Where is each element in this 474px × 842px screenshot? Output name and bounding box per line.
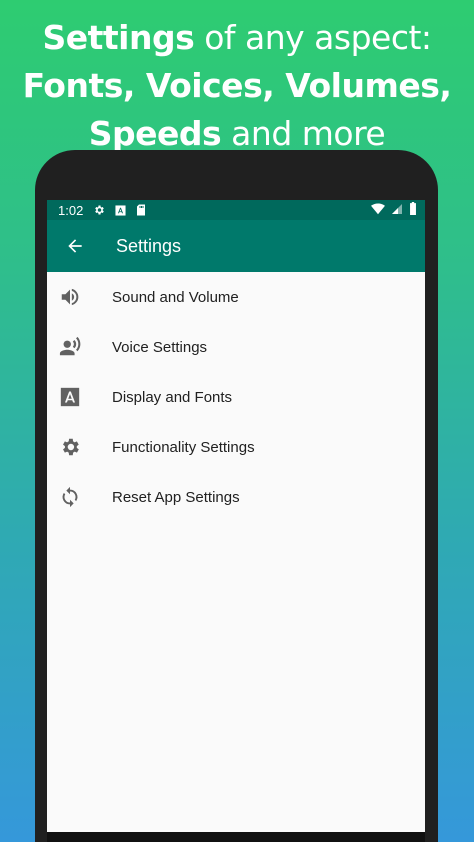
gear-icon <box>93 204 105 216</box>
settings-item-label: Sound and Volume <box>112 288 239 306</box>
status-bar: 1:02 <box>47 200 425 220</box>
page-title: Settings <box>116 235 182 256</box>
settings-item-label: Display and Fonts <box>112 388 233 406</box>
settings-item-functionality[interactable]: Functionality Settings <box>47 422 425 472</box>
settings-item-display[interactable]: Display and Fonts <box>47 372 425 422</box>
signal-icon <box>391 203 403 218</box>
phone-screen: 1:02 Settings Sound and Volume Voice Set… <box>47 200 425 832</box>
app-bar: Settings <box>47 220 425 272</box>
settings-list: Sound and Volume Voice Settings Display … <box>47 272 425 522</box>
promo-headline: Settings of any aspect: Fonts, Voices, V… <box>0 14 474 158</box>
volume-icon <box>59 286 107 308</box>
settings-item-reset[interactable]: Reset App Settings <box>47 472 425 522</box>
settings-item-voice[interactable]: Voice Settings <box>47 322 425 372</box>
settings-item-label: Functionality Settings <box>112 438 255 456</box>
headline-line-1: Settings of any aspect: <box>42 18 432 57</box>
status-time: 1:02 <box>58 202 84 218</box>
headline-line-2: Fonts, Voices, Volumes, <box>22 66 452 105</box>
settings-item-label: Reset App Settings <box>112 488 240 506</box>
settings-item-sound[interactable]: Sound and Volume <box>47 272 425 322</box>
wifi-icon <box>371 202 385 218</box>
settings-item-label: Voice Settings <box>112 338 208 356</box>
voice-icon <box>59 336 107 358</box>
sd-card-icon <box>135 204 147 216</box>
font-icon <box>114 204 126 216</box>
gear-icon <box>59 436 107 458</box>
status-right-icons <box>371 202 417 218</box>
sync-icon <box>59 486 107 508</box>
battery-icon <box>409 202 417 218</box>
screen-bottom-edge <box>47 832 425 842</box>
arrow-back-icon[interactable] <box>51 220 99 272</box>
font-icon <box>59 386 107 408</box>
